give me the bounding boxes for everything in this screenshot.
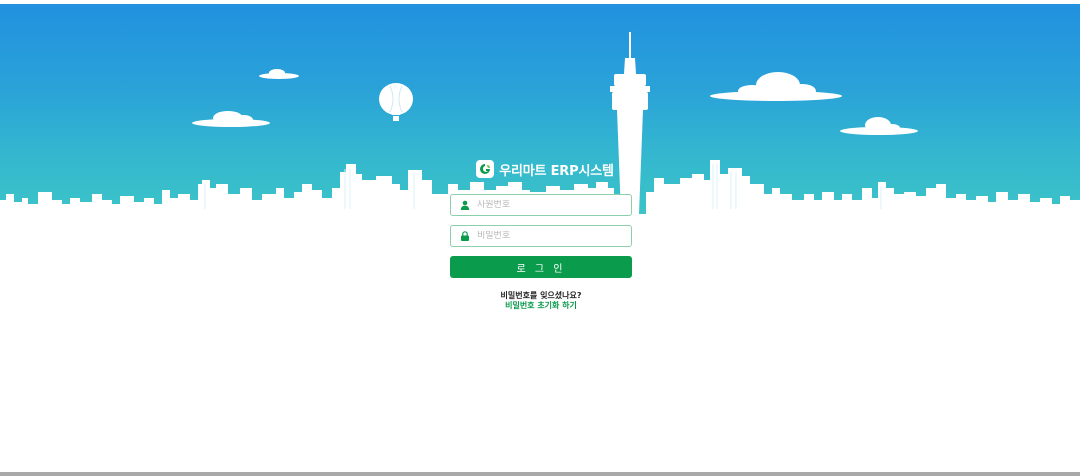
- forgot-password-text: 비밀번호를 잊으셨나요?: [500, 291, 582, 300]
- user-icon: [459, 199, 471, 211]
- bottom-scrollbar: [0, 472, 1080, 476]
- cloud-icon: [710, 72, 842, 101]
- employee-id-input[interactable]: [477, 200, 627, 210]
- hot-air-balloon-icon: [379, 83, 413, 121]
- cloud-icon: [840, 117, 918, 135]
- login-page: 우리마트 ERP시스템 로 그 인 비밀번호를 잊으셨나요?: [0, 0, 1080, 476]
- leaf-logo-icon: [476, 160, 495, 178]
- reset-password-link[interactable]: 비밀번호 초기화 하기: [450, 301, 632, 311]
- password-field[interactable]: [450, 225, 632, 247]
- password-help: 비밀번호를 잊으셨나요? 비밀번호 초기화 하기: [450, 291, 632, 311]
- cloud-icon: [259, 69, 299, 79]
- cloud-icon: [192, 111, 270, 127]
- password-input[interactable]: [477, 231, 627, 241]
- login-form: 우리마트 ERP시스템 로 그 인 비밀번호를 잊으셨나요?: [450, 158, 632, 311]
- brand-header: 우리마트 ERP시스템: [458, 158, 632, 180]
- app-title: 우리마트 ERP시스템: [499, 163, 614, 179]
- login-button[interactable]: 로 그 인: [450, 256, 632, 278]
- employee-id-field[interactable]: [450, 194, 632, 216]
- lock-icon: [459, 230, 471, 242]
